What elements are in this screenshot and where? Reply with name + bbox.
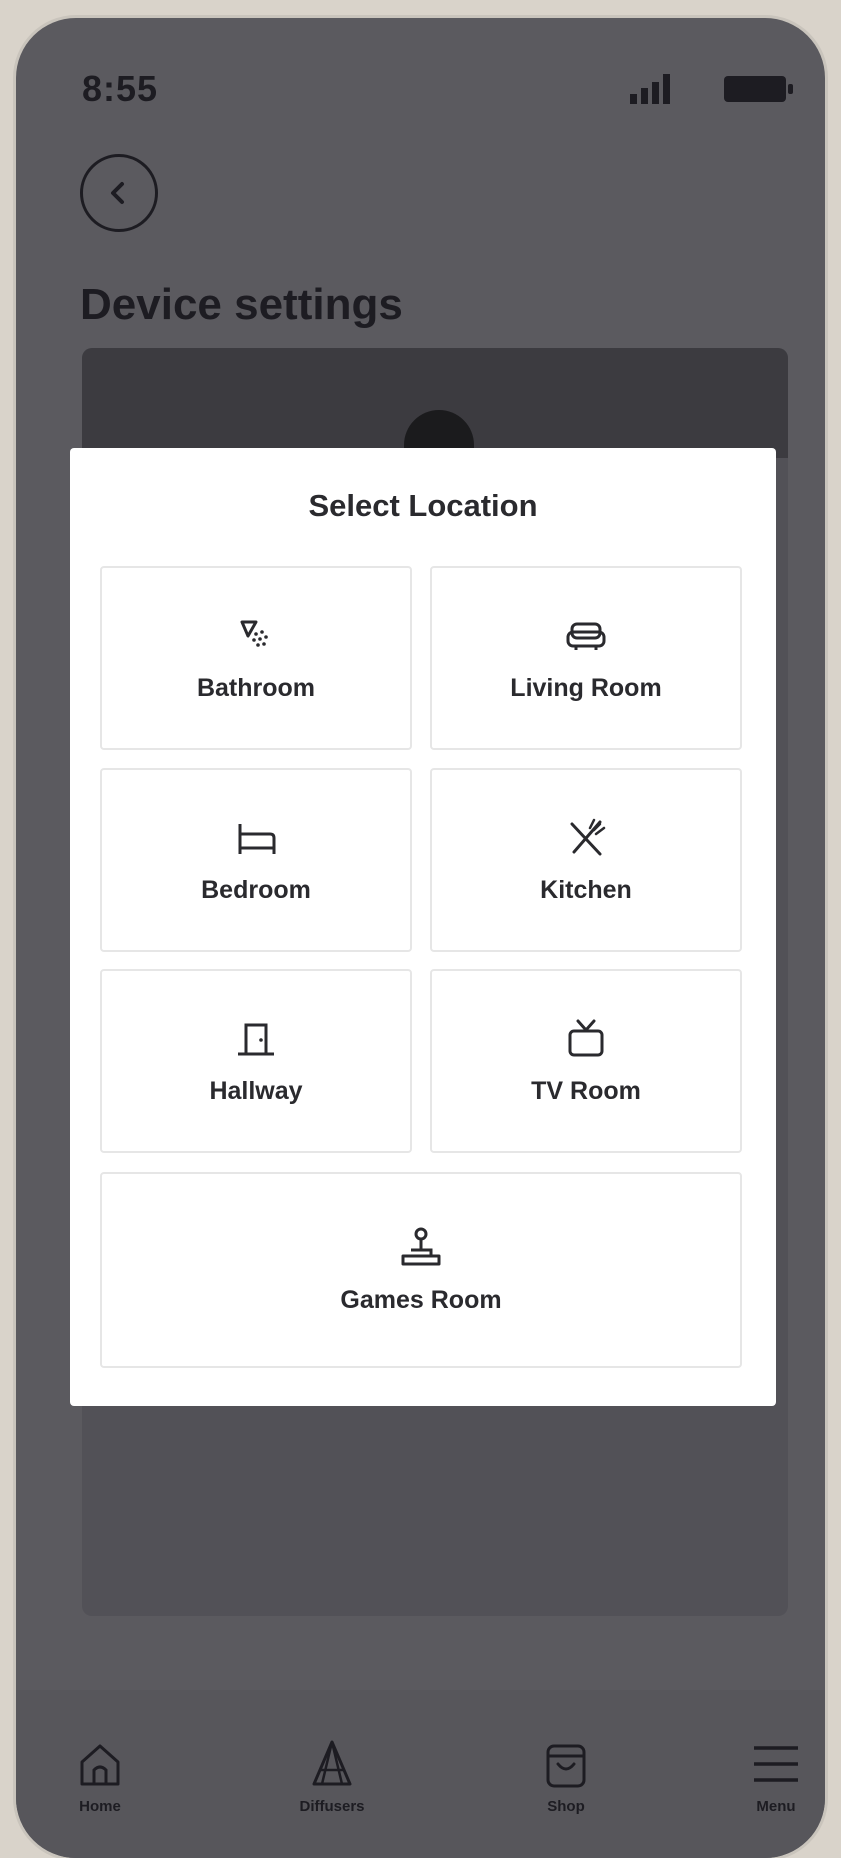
- utensils-icon: [570, 818, 606, 855]
- page-title: Device settings: [80, 280, 403, 329]
- nav-label: Menu: [756, 1798, 796, 1815]
- location-tile-hallway[interactable]: Hallway: [100, 969, 412, 1153]
- joystick-icon: [401, 1227, 441, 1265]
- location-label: Games Room: [340, 1285, 502, 1314]
- select-location-modal: Select Location Bathroom Living Room Bed…: [70, 448, 776, 1406]
- battery-icon: [724, 76, 793, 102]
- location-tile-games-room[interactable]: Games Room: [100, 1172, 742, 1368]
- sofa-icon: [566, 622, 606, 650]
- location-tile-kitchen[interactable]: Kitchen: [430, 768, 742, 952]
- location-label: Bedroom: [201, 875, 311, 904]
- location-label: Hallway: [209, 1076, 303, 1105]
- door-icon: [238, 1023, 274, 1055]
- bed-icon: [238, 823, 276, 854]
- chevron-left-icon: [111, 182, 124, 204]
- location-tile-bedroom[interactable]: Bedroom: [100, 768, 412, 952]
- shower-icon: [240, 620, 268, 647]
- nav-item-diffusers[interactable]: Diffusers: [262, 1738, 402, 1815]
- modal-title: Select Location: [308, 488, 538, 523]
- location-label: TV Room: [531, 1076, 641, 1105]
- shopping-bag-icon: [546, 1744, 586, 1788]
- nav-label: Diffusers: [299, 1798, 365, 1815]
- signal-strength-icon: [630, 74, 670, 104]
- nav-label: Shop: [547, 1798, 585, 1815]
- phone-frame: 8:55 Device settings Select Location Bat…: [16, 18, 825, 1858]
- back-button[interactable]: [80, 154, 158, 232]
- hamburger-menu-icon: [754, 1746, 798, 1782]
- nav-item-menu[interactable]: Menu: [706, 1738, 825, 1815]
- location-tile-tv-room[interactable]: TV Room: [430, 969, 742, 1153]
- diffuser-icon: [312, 1740, 352, 1786]
- nav-item-shop[interactable]: Shop: [496, 1738, 636, 1815]
- location-tile-living-room[interactable]: Living Room: [430, 566, 742, 750]
- location-label: Kitchen: [540, 875, 632, 904]
- status-time: 8:55: [82, 68, 159, 109]
- tv-icon: [568, 1019, 604, 1056]
- nav-label: Home: [79, 1798, 121, 1815]
- location-label: Bathroom: [196, 673, 316, 702]
- location-tile-bathroom[interactable]: Bathroom: [100, 566, 412, 750]
- nav-item-home[interactable]: Home: [30, 1738, 170, 1815]
- location-label: Living Room: [510, 673, 662, 702]
- bottom-navigation: Home Diffusers Shop Menu: [16, 1690, 825, 1858]
- home-icon: [80, 1744, 120, 1786]
